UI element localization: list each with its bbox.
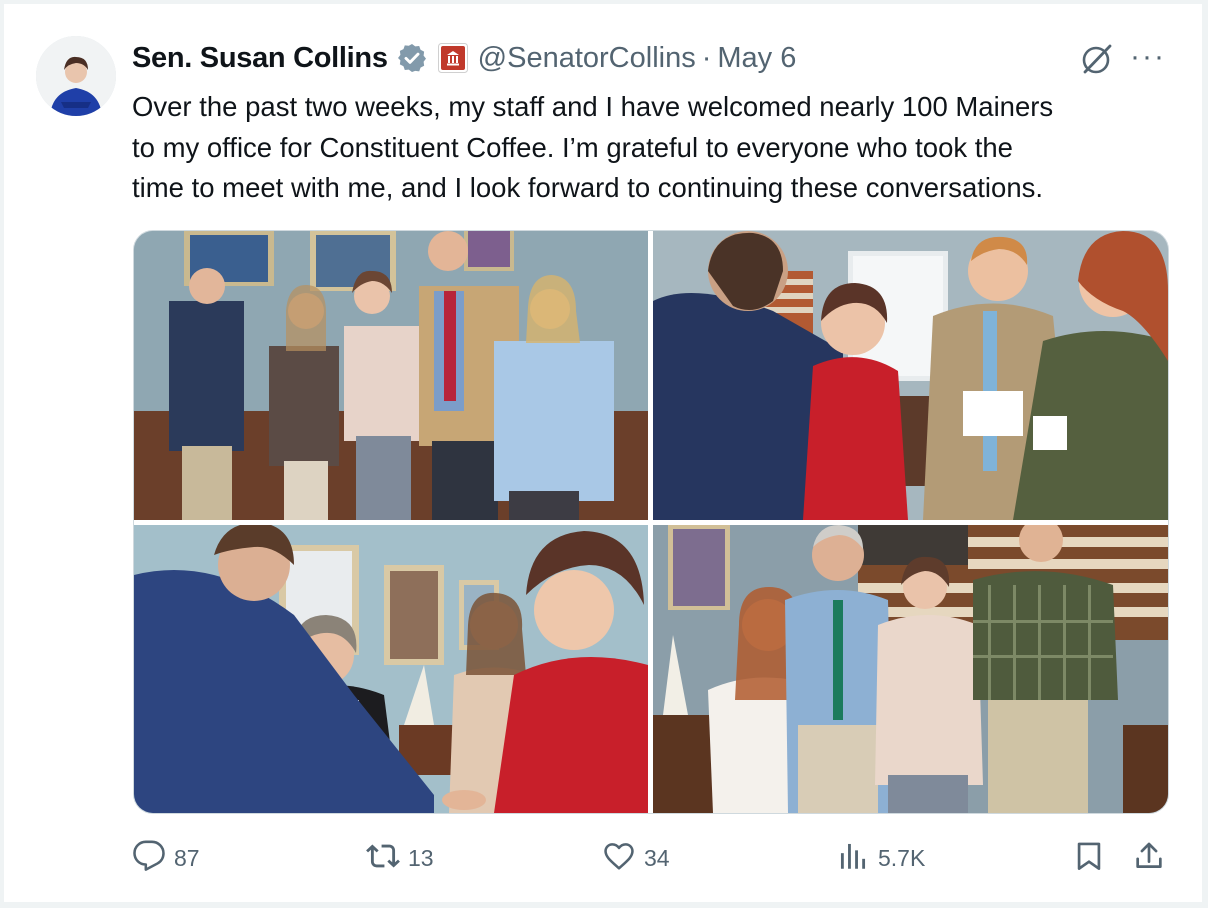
bookmark-icon	[1072, 839, 1106, 878]
frame-bottom-border	[0, 902, 1208, 908]
tweet-text-line: to my office for Constituent Coffee. I’m…	[132, 131, 1013, 163]
frame-top-border	[0, 0, 1208, 4]
reply-button[interactable]: 87	[132, 838, 200, 878]
photo-1[interactable]	[134, 231, 648, 520]
repost-button[interactable]: 13	[366, 838, 434, 878]
share-icon	[1132, 839, 1166, 878]
grok-icon[interactable]	[1080, 42, 1114, 81]
photo-4[interactable]	[653, 525, 1168, 813]
tweet-header: Sen. Susan Collins @SenatorCollins · May…	[132, 38, 796, 78]
views-count: 5.7K	[878, 844, 926, 871]
views-button[interactable]: 5.7K	[836, 838, 925, 878]
tweet-text-line: time to meet with me, and I look forward…	[132, 172, 1044, 203]
tweet-text-line: Over the past two weeks, my staff and I …	[132, 91, 1054, 122]
frame-left-border	[0, 0, 4, 908]
avatar[interactable]	[36, 36, 116, 116]
government-building-icon[interactable]	[437, 43, 468, 73]
like-button[interactable]: 34	[602, 838, 670, 878]
action-bar: 87 13 34 5.7K	[132, 838, 1172, 878]
reply-icon	[132, 839, 166, 878]
reply-count: 87	[174, 844, 200, 871]
photo-2[interactable]	[653, 231, 1168, 520]
views-icon	[836, 839, 870, 878]
photo-3[interactable]	[134, 525, 648, 813]
repost-count: 13	[408, 844, 434, 871]
like-count: 34	[644, 844, 670, 871]
share-button[interactable]	[1132, 838, 1166, 878]
author-handle[interactable]: @SenatorCollins	[478, 42, 696, 75]
separator-dot: ·	[701, 41, 712, 74]
media-grid	[133, 230, 1169, 814]
repost-icon	[366, 839, 400, 878]
post-date[interactable]: May 6	[717, 42, 796, 75]
more-options-button[interactable]: ···	[1130, 40, 1166, 74]
bookmark-button[interactable]	[1072, 838, 1106, 878]
heart-icon	[602, 839, 636, 878]
verified-badge-icon	[396, 42, 428, 74]
tweet-text: Over the past two weeks, my staff and I …	[132, 87, 1182, 209]
frame-right-border	[1202, 0, 1208, 908]
author-name[interactable]: Sen. Susan Collins	[132, 42, 388, 75]
